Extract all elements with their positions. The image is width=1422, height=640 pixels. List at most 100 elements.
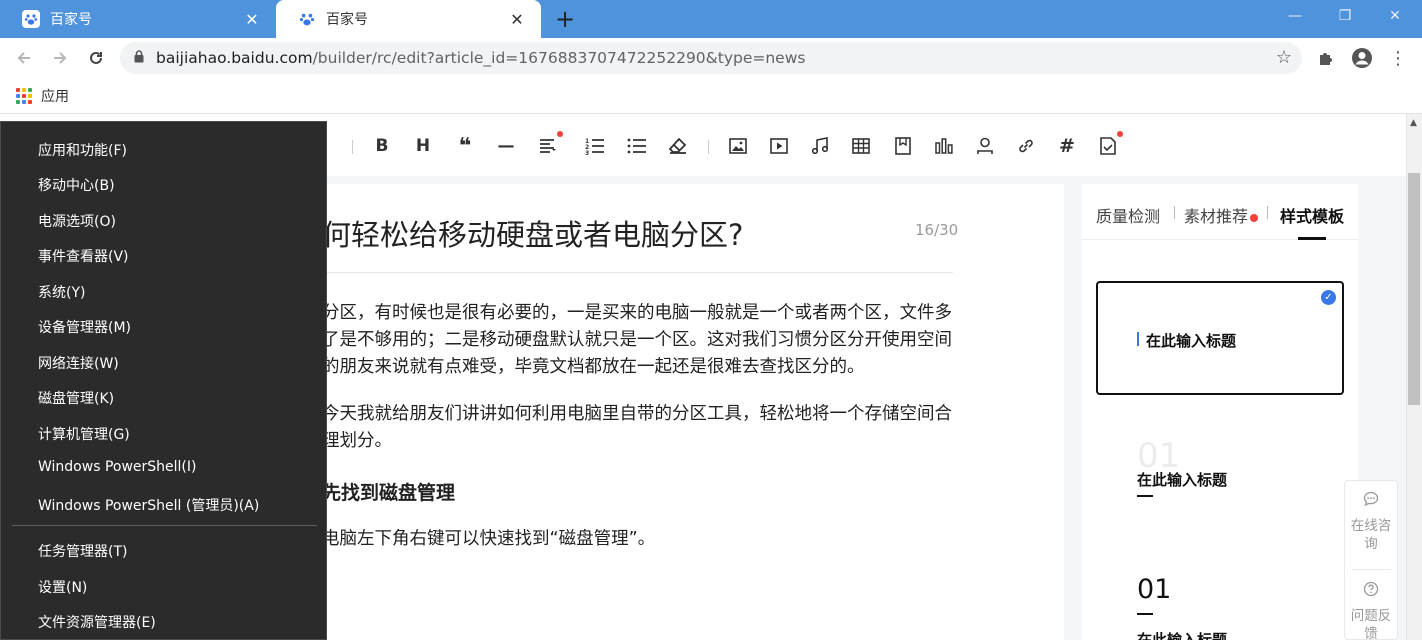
menu-file-explorer[interactable]: 文件资源管理器(E): [38, 612, 156, 632]
apps-label: 应用: [41, 89, 69, 105]
insert-card-button[interactable]: [891, 134, 915, 158]
scroll-up-arrow-icon[interactable]: ▲: [1410, 118, 1417, 128]
menu-computer-management[interactable]: 计算机管理(G): [38, 424, 130, 444]
url-host: baijiahao.baidu.com: [156, 49, 313, 67]
template-card-selected[interactable]: 在此输入标题: [1096, 281, 1344, 395]
person-icon: [977, 137, 993, 154]
online-consult-button[interactable]: 在线咨询: [1345, 491, 1397, 553]
video-icon: [770, 138, 788, 154]
music-note-icon: [811, 137, 829, 155]
side-panel: 质量检测 素材推荐 样式模板: [1082, 184, 1358, 640]
hashtag-button[interactable]: #: [1055, 134, 1079, 158]
bold-button[interactable]: B: [370, 134, 394, 158]
reload-icon[interactable]: [84, 46, 108, 70]
insert-video-button[interactable]: [767, 134, 791, 158]
feedback-button[interactable]: 问题反馈: [1345, 581, 1397, 640]
browser-toolbar: baijiahao.baidu.com/builder/rc/edit?arti…: [0, 38, 1422, 78]
menu-separator: [12, 525, 317, 526]
menu-power-options[interactable]: 电源选项(O): [38, 211, 116, 231]
winx-power-menu: 应用和功能(F) 移动中心(B) 电源选项(O) 事件查看器(V) 系统(Y) …: [0, 121, 327, 640]
address-bar[interactable]: baijiahao.baidu.com/builder/rc/edit?arti…: [120, 42, 1302, 74]
profile-avatar-icon[interactable]: [1350, 46, 1374, 70]
menu-apps-features[interactable]: 应用和功能(F): [38, 140, 127, 160]
insert-table-button[interactable]: [849, 134, 873, 158]
quote-button[interactable]: ❝: [453, 134, 477, 159]
scrollbar-thumb[interactable]: [1408, 173, 1420, 405]
insert-chart-button[interactable]: [932, 134, 956, 158]
image-icon: [729, 138, 747, 154]
floating-help-bar: 在线咨询 问题反馈: [1344, 480, 1398, 640]
minimize-icon[interactable]: —: [1272, 0, 1318, 32]
template-underline: [1137, 613, 1153, 615]
template-title[interactable]: 在此输入标题: [1137, 469, 1227, 490]
feedback-label: 问题反馈: [1350, 608, 1392, 640]
kebab-menu-icon[interactable]: ⋮: [1386, 46, 1410, 70]
menu-system[interactable]: 系统(Y): [38, 282, 85, 302]
url-path: /builder/rc/edit?article_id=167688370747…: [312, 49, 806, 67]
article-paragraph-3[interactable]: 电脑左下角右键可以快速找到“磁盘管理”。: [322, 526, 952, 553]
tab-style-template[interactable]: 样式模板: [1280, 203, 1344, 227]
menu-powershell-admin[interactable]: Windows PowerShell (管理员)(A): [38, 495, 259, 515]
close-window-icon[interactable]: ✕: [1372, 0, 1418, 32]
menu-task-manager[interactable]: 任务管理器(T): [38, 541, 127, 561]
insert-link-button[interactable]: [1014, 134, 1038, 158]
title-char-counter: 16/30: [915, 221, 959, 239]
bar-chart-icon: [935, 138, 953, 154]
url-text: baijiahao.baidu.com/builder/rc/edit?arti…: [156, 49, 805, 67]
notification-dot: [1250, 214, 1259, 222]
extensions-puzzle-icon[interactable]: [1314, 46, 1338, 70]
article-heading[interactable]: 先找到磁盘管理: [322, 478, 455, 505]
insert-image-button[interactable]: [726, 134, 750, 158]
online-consult-label: 在线咨询: [1350, 518, 1392, 552]
browser-tab-2[interactable]: 百家号 ✕: [276, 0, 541, 38]
chat-bubble-icon: [1345, 491, 1397, 511]
apps-shortcut[interactable]: 应用: [16, 86, 69, 106]
tab-title: 百家号: [50, 12, 92, 28]
tab-close-icon[interactable]: ✕: [507, 9, 527, 29]
tab-material-recommend[interactable]: 素材推荐: [1184, 203, 1259, 227]
baidu-paw-icon: [22, 10, 40, 28]
toolbar-divider: [352, 140, 353, 154]
restore-icon[interactable]: ❐: [1322, 0, 1368, 32]
divider-button[interactable]: —: [494, 134, 518, 158]
notification-dot: [1117, 131, 1123, 137]
menu-event-viewer[interactable]: 事件查看器(V): [38, 246, 129, 266]
question-circle-icon: [1345, 581, 1397, 601]
insert-document-button[interactable]: [1096, 131, 1123, 158]
new-tab-button[interactable]: +: [552, 5, 578, 33]
menu-powershell[interactable]: Windows PowerShell(I): [38, 459, 196, 475]
tab-label: 素材推荐: [1184, 207, 1249, 226]
menu-disk-management[interactable]: 磁盘管理(K): [38, 388, 114, 408]
bullet-list-button[interactable]: [625, 134, 649, 158]
tab-close-icon[interactable]: ✕: [242, 9, 262, 29]
forward-arrow-icon[interactable]: [48, 46, 72, 70]
template-number: 01: [1137, 574, 1172, 605]
back-arrow-icon[interactable]: [12, 46, 36, 70]
svg-text:3: 3: [585, 150, 589, 155]
lock-icon: [134, 50, 144, 66]
apps-grid-icon: [16, 88, 32, 104]
align-button[interactable]: [536, 131, 563, 158]
bookmark-star-icon[interactable]: ☆: [1276, 47, 1292, 68]
menu-settings[interactable]: 设置(N): [38, 577, 87, 597]
article-paragraph-2[interactable]: 今天我就给朋友们讲讲如何利用电脑里自带的分区工具，轻松地将一个存储空间合理划分。: [322, 401, 952, 455]
tab-quality-check[interactable]: 质量检测: [1096, 203, 1160, 227]
ordered-list-button[interactable]: 123: [583, 134, 607, 158]
template-title: 在此输入标题: [1146, 332, 1237, 350]
insert-audio-button[interactable]: [808, 134, 832, 158]
tab-divider: [1267, 206, 1268, 219]
template-title[interactable]: 在此输入标题: [1137, 629, 1227, 640]
article-title[interactable]: 何轻松给移动硬盘或者电脑分区?: [322, 212, 743, 254]
heading-button[interactable]: H: [411, 134, 435, 158]
notification-dot: [557, 131, 563, 137]
toolbar-divider: [708, 140, 709, 154]
insert-profile-button[interactable]: [973, 134, 997, 158]
menu-mobility-center[interactable]: 移动中心(B): [38, 175, 115, 195]
bookmark-card-icon: [895, 137, 911, 155]
article-paragraph-1[interactable]: 分区，有时候也是很有必要的，一是买来的电脑一般就是一个或者两个区，文件多了是不够…: [322, 300, 952, 381]
browser-tab-1[interactable]: 百家号 ✕: [0, 0, 276, 38]
clear-format-button[interactable]: [666, 134, 690, 158]
ordered-list-icon: 123: [585, 138, 604, 155]
menu-network-connections[interactable]: 网络连接(W): [38, 353, 119, 373]
menu-device-manager[interactable]: 设备管理器(M): [38, 317, 131, 337]
